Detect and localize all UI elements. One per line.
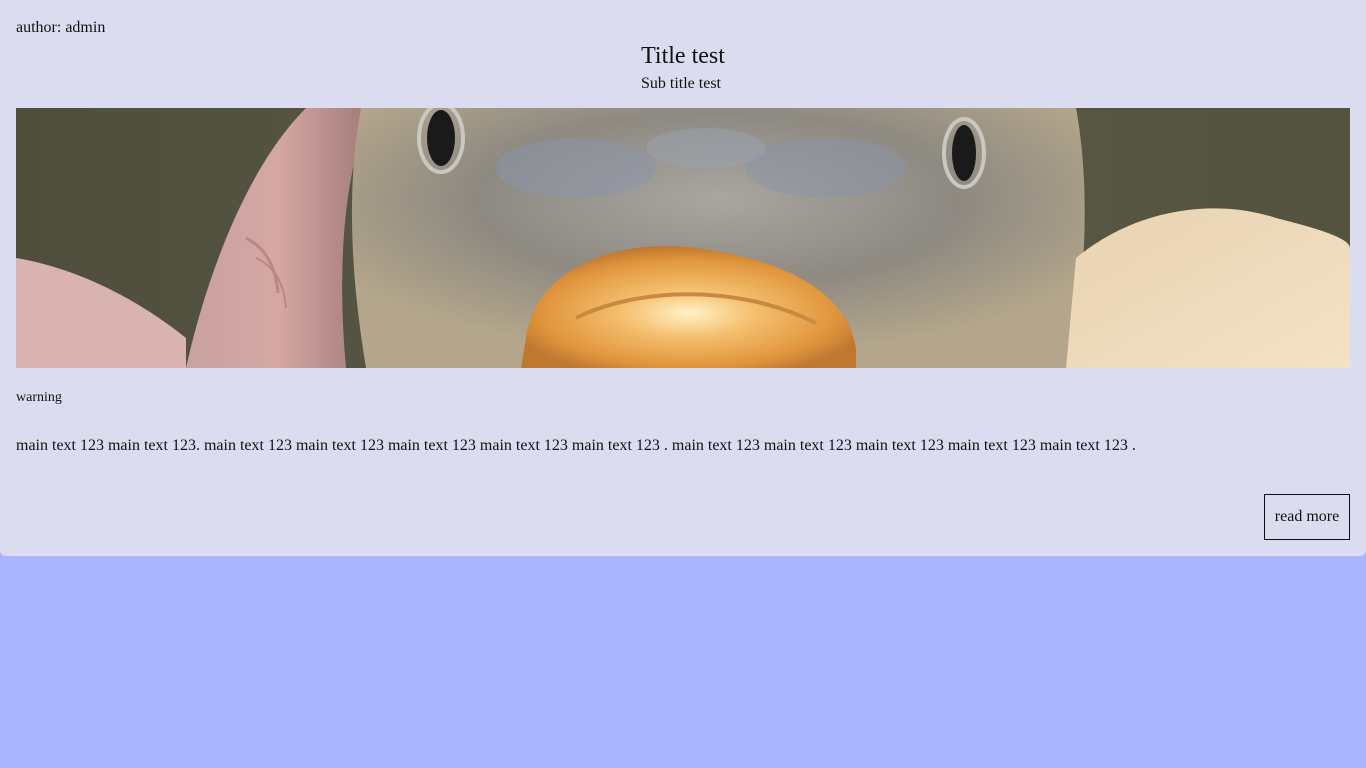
post-main-text: main text 123 main text 123. main text 1…: [16, 437, 1136, 454]
post-hero-image: [16, 108, 1350, 368]
warning-label: warning: [16, 390, 62, 405]
post-title: Title test: [641, 43, 725, 69]
post-subtitle: Sub title test: [641, 75, 721, 92]
post-author: author: admin: [16, 19, 106, 36]
post-card: author: admin Title test Sub title test: [0, 0, 1366, 556]
read-more-button[interactable]: read more: [1264, 494, 1350, 540]
